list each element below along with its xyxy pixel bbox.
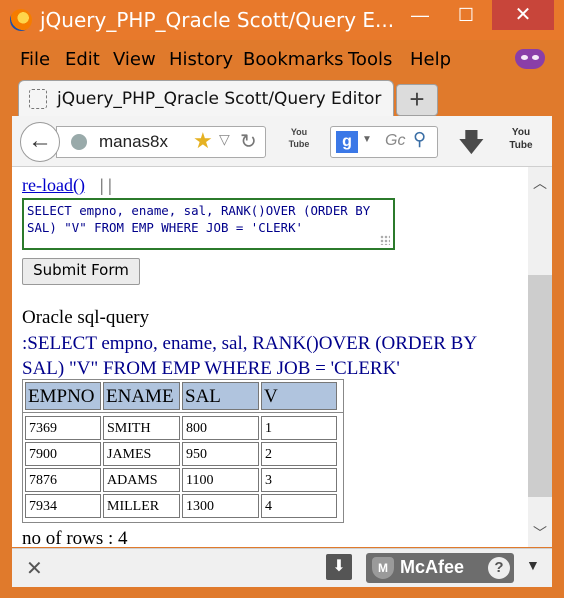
table-row: 7876 ADAMS 1100 3 (25, 468, 341, 492)
column-header: EMPNO (25, 382, 101, 410)
table-cell: MILLER (103, 494, 180, 518)
menu-bookmarks[interactable]: Bookmarks (243, 49, 344, 70)
result-table: EMPNO ENAME SAL V 7369 SMITH 800 1 7900 … (22, 379, 344, 523)
column-header: ENAME (103, 382, 180, 410)
help-icon[interactable]: ? (488, 557, 510, 579)
table-cell: 800 (182, 416, 259, 440)
search-icon[interactable]: ⚲ (413, 129, 426, 150)
minimize-button[interactable]: — (400, 0, 440, 30)
scroll-down-icon[interactable]: ﹀ (528, 523, 552, 543)
addon-bar: ✕ ⬇ M McAfee ? ▼ (12, 548, 552, 587)
mcafee-shield-icon: M (372, 557, 394, 579)
downloads-icon[interactable]: 🡇 (458, 124, 485, 168)
table-row: 7934 MILLER 1300 4 (25, 494, 341, 518)
mcafee-label: McAfee (400, 557, 465, 577)
table-cell: ADAMS (103, 468, 180, 492)
table-cell: 7934 (25, 494, 101, 518)
table-cell: 3 (261, 468, 337, 492)
search-engine-dropdown-icon[interactable]: ▼ (362, 134, 372, 145)
window-title: jQuery_PHP_Qracle Scott/Query E... (40, 8, 395, 32)
reload-link[interactable]: re-load() (22, 175, 85, 196)
scroll-up-icon[interactable]: ︿ (528, 173, 552, 193)
link-separator: | | (100, 175, 112, 195)
youtube-icon[interactable]: You Tube (288, 126, 310, 156)
result-query: :SELECT empno, ename, sal, RANK()OVER (O… (22, 333, 477, 379)
menu-history[interactable]: History (169, 49, 233, 70)
title-bar: jQuery_PHP_Qracle Scott/Query E... — ☐ ✕ (0, 0, 564, 40)
search-bar[interactable]: g ▼ Gc ⚲ (330, 126, 438, 158)
mask-icon[interactable] (515, 49, 545, 69)
table-cell: 1100 (182, 468, 259, 492)
page-content: re-load() | | SELECT empno, ename, sal, … (12, 167, 552, 547)
url-bar[interactable]: manas8x ★ ▽ ↻ (56, 126, 266, 158)
row-count: no of rows : 4 (22, 528, 128, 547)
menu-tools[interactable]: Tools (348, 49, 392, 70)
table-cell: 7876 (25, 468, 101, 492)
vertical-scrollbar[interactable]: ︿ ﹀ (528, 167, 552, 547)
close-button[interactable]: ✕ (492, 0, 554, 30)
table-cell: 1300 (182, 494, 259, 518)
resize-grip-icon[interactable] (380, 235, 390, 245)
back-button[interactable]: ← (20, 122, 60, 162)
menu-bar: File Edit View History Bookmarks Tools H… (12, 44, 552, 76)
url-text[interactable]: manas8x (99, 132, 168, 152)
scroll-thumb[interactable] (528, 275, 552, 497)
table-cell: SMITH (103, 416, 180, 440)
table-cell: 4 (261, 494, 337, 518)
table-header-row: EMPNO ENAME SAL V (23, 380, 343, 412)
close-addon-bar-icon[interactable]: ✕ (26, 556, 43, 581)
maximize-button[interactable]: ☐ (446, 0, 486, 30)
search-input[interactable]: Gc (385, 132, 405, 150)
navigation-bar: manas8x ★ ▽ ↻ ← You Tube g ▼ Gc ⚲ 🡇 You … (12, 116, 552, 167)
table-cell: 7900 (25, 442, 101, 466)
reload-icon[interactable]: ↻ (240, 129, 257, 154)
query-text: SELECT empno, ename, sal, RANK()OVER (OR… (27, 203, 371, 235)
tab-strip: jQuery_PHP_Qracle Scott/Query Editor + (12, 80, 552, 117)
table-cell: 950 (182, 442, 259, 466)
download-icon[interactable]: ⬇ (326, 554, 352, 580)
page-icon (29, 89, 47, 109)
result-heading: Oracle sql-query (22, 307, 150, 328)
menu-file[interactable]: File (20, 49, 50, 70)
youtube-toolbar-icon[interactable]: You Tube (508, 126, 534, 156)
table-cell: 7369 (25, 416, 101, 440)
tab-label: jQuery_PHP_Qracle Scott/Query Editor (57, 89, 382, 109)
bookmark-star-icon[interactable]: ★ (193, 128, 213, 154)
globe-icon (71, 134, 87, 150)
column-header: V (261, 382, 337, 410)
new-tab-button[interactable]: + (396, 84, 438, 116)
table-cell: 2 (261, 442, 337, 466)
menu-help[interactable]: Help (410, 49, 451, 70)
search-engine-icon[interactable]: g (336, 131, 358, 153)
submit-button[interactable]: Submit Form (22, 258, 140, 285)
menu-view[interactable]: View (113, 49, 156, 70)
table-row: 7369 SMITH 800 1 (25, 416, 341, 440)
table-cell: JAMES (103, 442, 180, 466)
query-textarea[interactable]: SELECT empno, ename, sal, RANK()OVER (OR… (22, 198, 395, 250)
menu-edit[interactable]: Edit (65, 49, 100, 70)
url-dropdown-icon[interactable]: ▽ (219, 131, 230, 148)
chevron-down-icon[interactable]: ▼ (526, 557, 540, 573)
firefox-logo-icon (10, 9, 32, 31)
table-cell: 1 (261, 416, 337, 440)
column-header: SAL (182, 382, 259, 410)
table-body: 7369 SMITH 800 1 7900 JAMES 950 2 7876 A… (23, 412, 343, 522)
mcafee-button[interactable]: M McAfee ? (366, 553, 514, 583)
table-row: 7900 JAMES 950 2 (25, 442, 341, 466)
tab-query-editor[interactable]: jQuery_PHP_Qracle Scott/Query Editor (18, 80, 394, 117)
